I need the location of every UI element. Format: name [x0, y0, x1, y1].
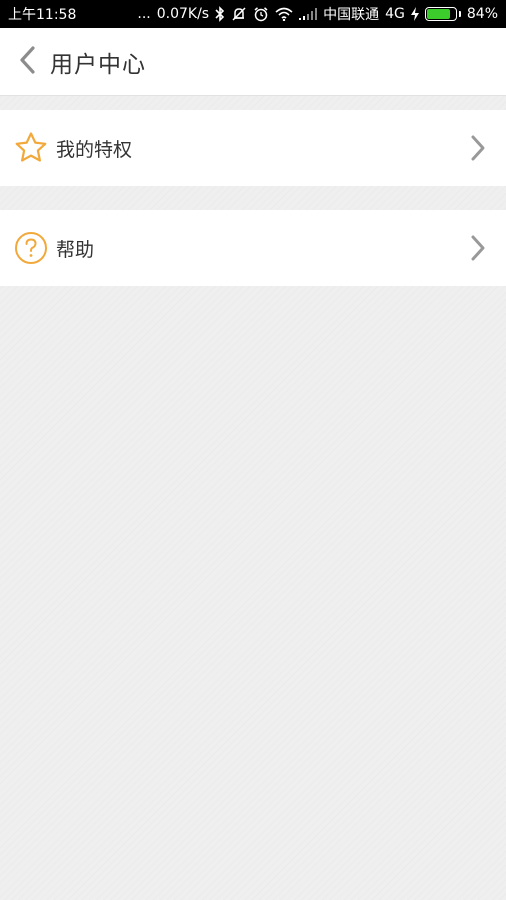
status-bar: 上午11:58 ... 0.07K/s 中国联通 4G 84% [0, 0, 506, 28]
menu-item-label: 帮助 [56, 238, 95, 261]
bluetooth-icon [215, 6, 225, 22]
mute-icon [231, 6, 247, 22]
menu-item-help[interactable]: 帮助 [0, 210, 506, 286]
charging-icon [410, 7, 419, 21]
status-right: ... 0.07K/s 中国联通 4G 84% [137, 4, 498, 24]
chevron-right-icon [470, 234, 486, 262]
chevron-left-icon [18, 45, 36, 79]
menu-item-privileges[interactable]: 我的特权 [0, 110, 506, 186]
chevron-right-icon [470, 134, 486, 162]
status-dots: ... [137, 6, 151, 22]
battery-fill [426, 9, 451, 19]
battery-icon [424, 7, 461, 21]
signal-icon [299, 8, 318, 20]
battery-tip [458, 11, 461, 17]
header: 用户中心 [0, 28, 506, 96]
network-type: 4G [385, 6, 405, 22]
star-icon [13, 130, 49, 166]
carrier-name: 中国联通 [323, 7, 380, 23]
alarm-icon [253, 6, 269, 22]
back-button[interactable] [4, 28, 50, 96]
page-title: 用户中心 [50, 51, 146, 78]
wifi-icon [275, 7, 293, 21]
status-time: 上午11:58 [8, 7, 77, 23]
battery-body [424, 7, 457, 21]
menu-item-label: 我的特权 [56, 138, 133, 161]
network-speed: 0.07K/s [156, 6, 210, 22]
help-icon [13, 230, 49, 266]
battery-percent: 84% [466, 6, 498, 22]
